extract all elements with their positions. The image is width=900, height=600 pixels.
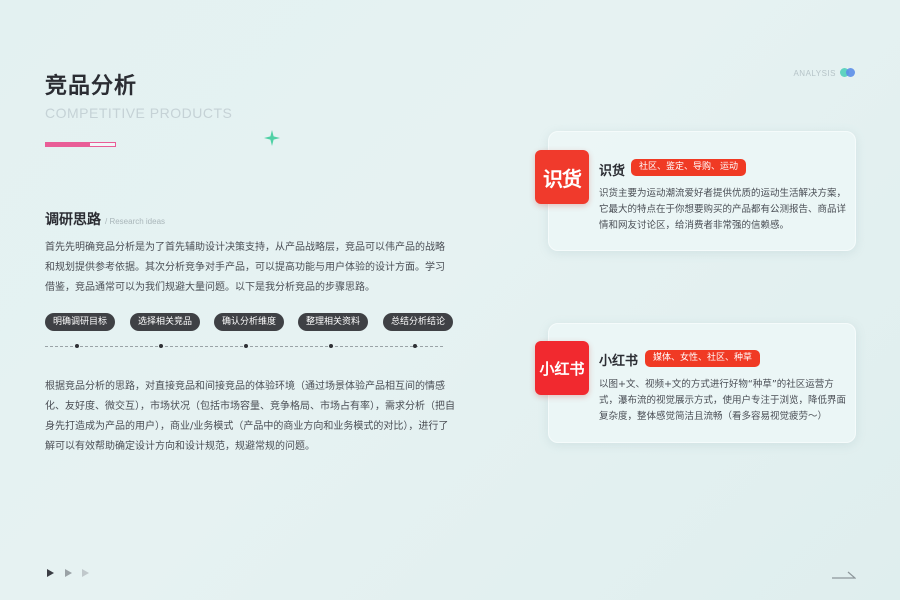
decor-dots-icon [840, 68, 858, 77]
analysis-label: ANALYSIS [793, 69, 836, 78]
play-arrow-icon [47, 569, 54, 577]
step-pill: 确认分析维度 [214, 313, 285, 331]
timeline-dot [413, 344, 417, 348]
timeline-dot [244, 344, 248, 348]
timeline-dot [75, 344, 79, 348]
competitor-tag: 社区、鉴定、导购、运动 [631, 159, 747, 176]
section-title: 调研思路 [45, 212, 101, 228]
step-pill: 明确调研目标 [45, 313, 116, 331]
shihuo-logo: 识货 [535, 150, 589, 204]
slide: 竞品分析 COMPETITIVE PRODUCTS ANALYSIS 调研思路 … [0, 0, 900, 600]
step-pill: 总结分析结论 [383, 313, 454, 331]
title-progress-bar [45, 142, 116, 147]
page-title: 竞品分析 [45, 74, 138, 99]
play-arrow-icon [82, 569, 89, 577]
timeline-dot [159, 344, 163, 348]
sparkle-icon [264, 130, 280, 146]
timeline-dot [329, 344, 333, 348]
competitor-description: 识货主要为运动潮流爱好者提供优质的运动生活解决方案，它最大的特点在于你想要购买的… [599, 188, 847, 231]
section-heading: 调研思路 / Research ideas [45, 209, 165, 229]
step-pill: 选择相关竞品 [130, 313, 201, 331]
dot-blue [846, 68, 855, 77]
step-timeline [45, 344, 443, 349]
play-arrow-icon [65, 569, 72, 577]
xiaohongshu-logo: 小红书 [535, 341, 589, 395]
competitor-name: 小红书 [599, 354, 639, 369]
step-pill: 整理相关资料 [298, 313, 369, 331]
competitor-description: 以图+文、视频+文的方式进行好物“种草”的社区运营方式，瀑布流的视觉展示方式，使… [599, 379, 847, 422]
page-subtitle: COMPETITIVE PRODUCTS [45, 105, 233, 121]
section-subtitle: / Research ideas [105, 217, 166, 226]
long-arrow-right-icon [832, 571, 856, 579]
intro-paragraph: 首先先明确竞品分析是为了首先辅助设计决策支持，从产品战略层，竞品可以伟产品的战略… [45, 242, 445, 293]
title-progress-fill [46, 143, 91, 146]
analysis-paragraph: 根据竞品分析的思路，对直接竞品和间接竞品的体验环境（通过场景体验产品相互间的情感… [45, 381, 455, 452]
competitor-name: 识货 [599, 164, 626, 179]
step-pills: 明确调研目标 选择相关竞品 确认分析维度 整理相关资料 总结分析结论 [45, 313, 455, 333]
competitor-tag: 媒体、女性、社区、种草 [645, 350, 761, 367]
